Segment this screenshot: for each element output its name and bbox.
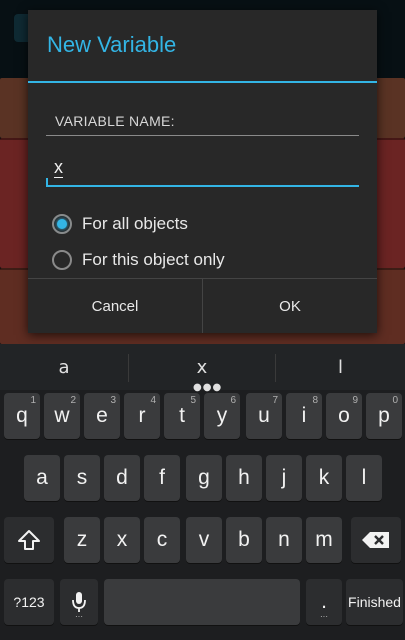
period-key[interactable]: . ··· bbox=[306, 579, 342, 625]
letter-key[interactable]: r4 bbox=[124, 393, 160, 439]
key-label: b bbox=[238, 528, 250, 551]
backspace-key[interactable] bbox=[351, 517, 401, 563]
key-label: s bbox=[76, 466, 88, 489]
key-label: l bbox=[361, 466, 367, 489]
ok-button[interactable]: OK bbox=[203, 279, 377, 333]
letter-key[interactable]: s bbox=[64, 455, 100, 501]
letter-key[interactable]: z bbox=[64, 517, 100, 563]
key-hint: 3 bbox=[110, 395, 116, 406]
letter-key[interactable]: a bbox=[24, 455, 60, 501]
key-hint: 7 bbox=[272, 395, 278, 406]
variable-name-input[interactable]: x bbox=[46, 153, 359, 187]
key-hint: 2 bbox=[70, 395, 76, 406]
radio-for-all-objects[interactable]: For all objects bbox=[52, 209, 188, 239]
key-label: q bbox=[16, 404, 28, 427]
letter-key[interactable]: q1 bbox=[4, 393, 40, 439]
key-label: h bbox=[238, 466, 250, 489]
radio-label: For this object only bbox=[82, 250, 225, 269]
period-label: . bbox=[321, 590, 327, 613]
letter-key[interactable]: v bbox=[186, 517, 222, 563]
key-label: y bbox=[216, 404, 228, 427]
letter-key[interactable]: y6 bbox=[204, 393, 240, 439]
key-hint: 8 bbox=[312, 395, 318, 406]
key-hint: 9 bbox=[352, 395, 358, 406]
key-label: x bbox=[116, 528, 128, 551]
key-label: n bbox=[278, 528, 290, 551]
letter-key[interactable]: e3 bbox=[84, 393, 120, 439]
letter-key[interactable]: f bbox=[144, 455, 180, 501]
microphone-icon bbox=[71, 590, 87, 614]
key-hint: 5 bbox=[190, 395, 196, 406]
space-key[interactable] bbox=[104, 579, 300, 625]
key-label: j bbox=[281, 466, 287, 489]
shift-key[interactable] bbox=[4, 517, 54, 563]
key-label: o bbox=[338, 404, 350, 427]
key-label: i bbox=[301, 404, 307, 427]
finished-key[interactable]: Finished bbox=[346, 579, 403, 625]
key-label: c bbox=[156, 528, 168, 551]
key-label: u bbox=[258, 404, 270, 427]
key-hint: 6 bbox=[230, 395, 236, 406]
soft-keyboard: a x ●●● l ?123 ··· . ··· Finished q1w2e3… bbox=[0, 344, 405, 640]
title-divider bbox=[28, 81, 377, 83]
letter-key[interactable]: w2 bbox=[44, 393, 80, 439]
suggestion-item[interactable]: l bbox=[276, 344, 405, 390]
shift-icon bbox=[17, 529, 41, 551]
dialog-title: New Variable bbox=[47, 32, 177, 57]
key-hint: 1 bbox=[30, 395, 36, 406]
letter-key[interactable]: n bbox=[266, 517, 302, 563]
more-options-icon: ··· bbox=[320, 612, 328, 621]
backspace-icon bbox=[361, 531, 391, 549]
key-label: a bbox=[36, 466, 48, 489]
suggestion-bar: a x ●●● l bbox=[0, 344, 405, 393]
letter-key[interactable]: l bbox=[346, 455, 382, 501]
variable-name-value: x bbox=[54, 157, 63, 178]
key-label: d bbox=[116, 466, 128, 489]
cancel-button[interactable]: Cancel bbox=[28, 279, 202, 333]
variable-name-label: VARIABLE NAME: bbox=[55, 113, 175, 129]
symbols-key[interactable]: ?123 bbox=[4, 579, 54, 625]
letter-key[interactable]: x bbox=[104, 517, 140, 563]
label-underline bbox=[46, 135, 359, 136]
key-label: e bbox=[96, 404, 108, 427]
radio-button-checked[interactable] bbox=[52, 214, 72, 234]
key-hint: 4 bbox=[150, 395, 156, 406]
letter-key[interactable]: u7 bbox=[246, 393, 282, 439]
key-label: k bbox=[318, 466, 330, 489]
radio-for-this-object-only[interactable]: For this object only bbox=[52, 245, 225, 275]
key-label: w bbox=[54, 404, 70, 427]
letter-key[interactable]: g bbox=[186, 455, 222, 501]
letter-key[interactable]: t5 bbox=[164, 393, 200, 439]
key-label: z bbox=[76, 528, 88, 551]
letter-key[interactable]: j bbox=[266, 455, 302, 501]
new-variable-dialog: New Variable VARIABLE NAME: x For all ob… bbox=[28, 10, 377, 333]
letter-key[interactable]: b bbox=[226, 517, 262, 563]
input-notch bbox=[46, 178, 48, 187]
key-label: v bbox=[198, 528, 210, 551]
key-label: r bbox=[138, 404, 146, 427]
radio-label: For all objects bbox=[82, 214, 188, 233]
letter-key[interactable]: i8 bbox=[286, 393, 322, 439]
letter-key[interactable]: m bbox=[306, 517, 342, 563]
key-label: g bbox=[198, 466, 210, 489]
letter-key[interactable]: c bbox=[144, 517, 180, 563]
letter-key[interactable]: p0 bbox=[366, 393, 402, 439]
key-label: m bbox=[315, 528, 333, 551]
radio-button-unchecked[interactable] bbox=[52, 250, 72, 270]
letter-key[interactable]: k bbox=[306, 455, 342, 501]
letter-key[interactable]: d bbox=[104, 455, 140, 501]
letter-key[interactable]: o9 bbox=[326, 393, 362, 439]
suggestion-item[interactable]: a bbox=[0, 344, 128, 390]
letter-key[interactable]: h bbox=[226, 455, 262, 501]
key-label: p bbox=[378, 404, 390, 427]
voice-input-key[interactable]: ··· bbox=[60, 579, 98, 625]
more-suggestions-icon: ●●● bbox=[193, 382, 223, 393]
more-options-icon: ··· bbox=[75, 612, 83, 621]
key-label: f bbox=[159, 466, 165, 489]
key-label: t bbox=[179, 404, 185, 427]
key-hint: 0 bbox=[392, 395, 398, 406]
